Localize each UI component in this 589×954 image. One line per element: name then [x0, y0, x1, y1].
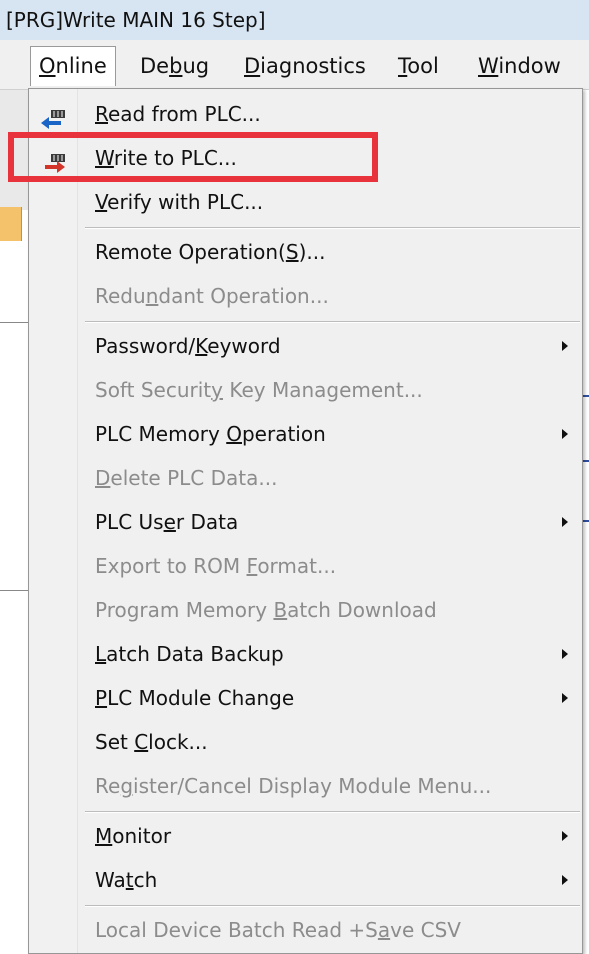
- menu-item-plc-user-data[interactable]: PLC User Data: [29, 501, 582, 543]
- menu-item-plc-module-change[interactable]: PLC Module Change: [29, 677, 582, 719]
- menu-item-soft-security-key-management[interactable]: Soft Security Key Management...: [29, 369, 582, 411]
- background-divider: [0, 322, 30, 323]
- menu-item-latch-data-backup[interactable]: Latch Data Backup: [29, 633, 582, 675]
- menu-item-set-clock[interactable]: Set Clock...: [29, 721, 582, 763]
- submenu-arrow-icon: [562, 649, 568, 659]
- menu-item-redundant-operation[interactable]: Redundant Operation...: [29, 275, 582, 317]
- menu-item-verify-with-plc[interactable]: Verify with PLC...: [29, 181, 582, 223]
- menu-item-delete-plc-data[interactable]: Delete PLC Data...: [29, 457, 582, 499]
- menu-separator: [85, 321, 580, 323]
- menu-item-watch[interactable]: Watch: [29, 859, 582, 901]
- submenu-arrow-icon: [562, 517, 568, 527]
- menu-window[interactable]: Window: [470, 46, 569, 86]
- read-from-plc-icon: [39, 102, 67, 129]
- menu-item-monitor[interactable]: Monitor: [29, 815, 582, 857]
- menu-item-password-keyword[interactable]: Password/Keyword: [29, 325, 582, 367]
- background-tab: [0, 207, 22, 241]
- menu-item-export-to-rom-format[interactable]: Export to ROM Format...: [29, 545, 582, 587]
- menu-bar: Online Debug Diagnostics Tool Window: [0, 40, 589, 90]
- menu-diagnostics[interactable]: Diagnostics: [236, 46, 374, 86]
- menu-item-read-from-plc[interactable]: Read from PLC...: [29, 93, 582, 135]
- submenu-arrow-icon: [562, 341, 568, 351]
- submenu-arrow-icon: [562, 429, 568, 439]
- menu-item-program-memory-batch-download[interactable]: Program Memory Batch Download: [29, 589, 582, 631]
- menu-item-local-device-batch-read-save-csv[interactable]: Local Device Batch Read +Save CSV: [29, 909, 582, 951]
- menu-item-remote-operation[interactable]: Remote Operation(S)...: [29, 231, 582, 273]
- menu-separator: [85, 227, 580, 229]
- menu-tool[interactable]: Tool: [390, 46, 447, 86]
- submenu-arrow-icon: [562, 831, 568, 841]
- menu-online[interactable]: Online: [30, 46, 116, 86]
- highlight-annotation: [8, 132, 378, 182]
- submenu-arrow-icon: [562, 693, 568, 703]
- background-divider: [0, 590, 30, 591]
- menu-separator: [85, 905, 580, 907]
- submenu-arrow-icon: [562, 875, 568, 885]
- menu-debug[interactable]: Debug: [132, 46, 217, 86]
- online-menu-dropdown: Read from PLC... Write to PLC... Verify …: [28, 88, 583, 954]
- menu-separator: [85, 811, 580, 813]
- window-title-bar: [PRG]Write MAIN 16 Step]: [0, 0, 589, 40]
- menu-item-register-cancel-display-module-menu[interactable]: Register/Cancel Display Module Menu...: [29, 765, 582, 807]
- window-title: [PRG]Write MAIN 16 Step]: [6, 8, 266, 32]
- menu-item-plc-memory-operation[interactable]: PLC Memory Operation: [29, 413, 582, 455]
